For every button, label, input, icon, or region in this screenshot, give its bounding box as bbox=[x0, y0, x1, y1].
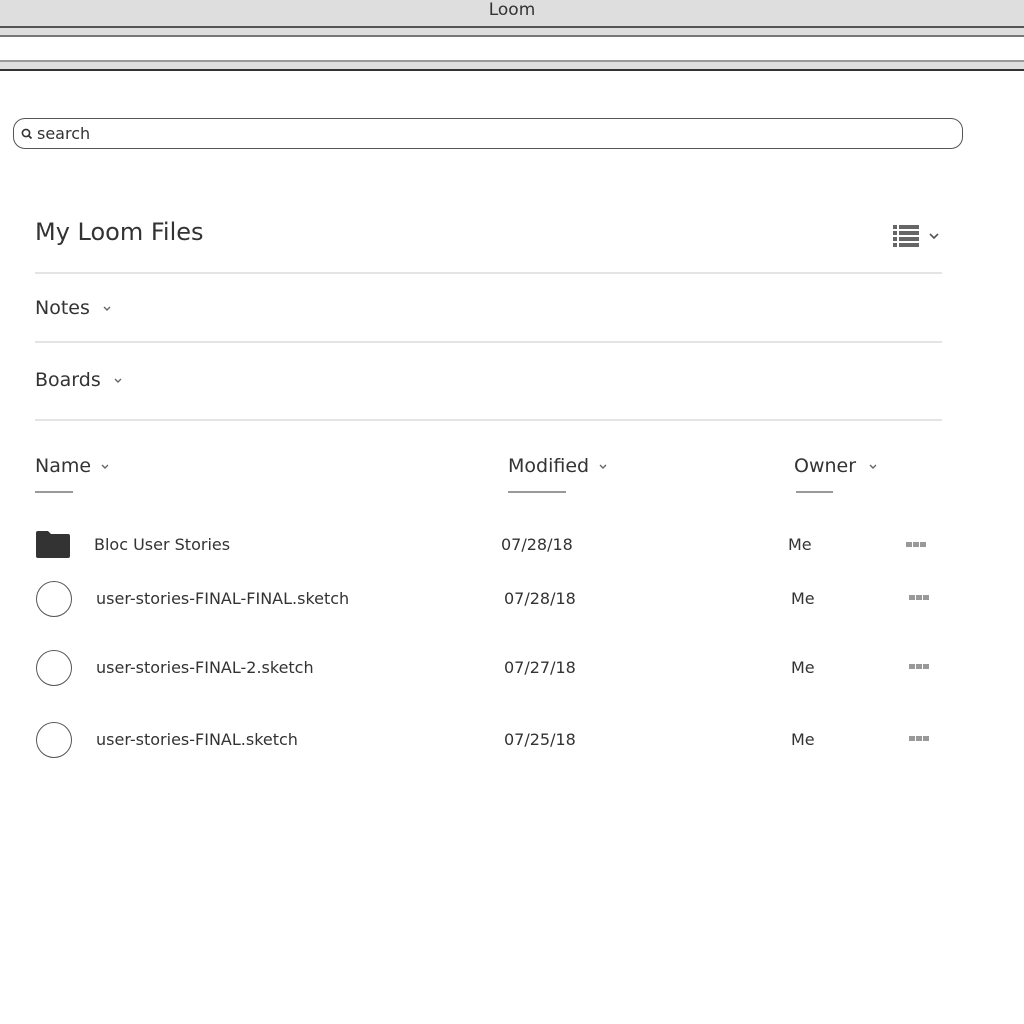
column-underline bbox=[508, 491, 566, 493]
file-owner: Me bbox=[791, 658, 815, 677]
search-icon bbox=[21, 128, 33, 139]
search-box[interactable] bbox=[13, 118, 963, 149]
chevron-down-icon bbox=[103, 306, 111, 311]
group-label: Boards bbox=[35, 369, 101, 391]
file-owner: Me bbox=[788, 535, 812, 554]
more-icon[interactable] bbox=[909, 595, 929, 600]
page-title: My Loom Files bbox=[35, 218, 204, 246]
file-modified: 07/25/18 bbox=[504, 730, 576, 749]
view-toggle-button[interactable] bbox=[893, 225, 940, 247]
address-bar[interactable] bbox=[0, 37, 1024, 60]
divider bbox=[35, 341, 942, 343]
window-title: Loom bbox=[488, 0, 536, 20]
chevron-down-icon bbox=[929, 233, 939, 240]
file-name[interactable]: Bloc User Stories bbox=[94, 535, 230, 554]
more-icon[interactable] bbox=[906, 542, 926, 547]
group-label: Notes bbox=[35, 297, 90, 319]
file-modified: 07/28/18 bbox=[504, 589, 576, 608]
file-owner: Me bbox=[791, 589, 815, 608]
column-underline bbox=[796, 491, 833, 493]
column-underline bbox=[35, 491, 73, 493]
more-icon[interactable] bbox=[909, 664, 929, 669]
chevron-down-icon bbox=[599, 464, 607, 469]
file-owner: Me bbox=[791, 730, 815, 749]
column-label: Modified bbox=[508, 455, 590, 477]
divider bbox=[35, 419, 942, 421]
file-circle-icon bbox=[36, 581, 72, 617]
divider bbox=[35, 272, 942, 274]
group-notes[interactable]: Notes bbox=[35, 297, 112, 319]
column-header-modified[interactable]: Modified bbox=[508, 455, 608, 477]
file-name[interactable]: user-stories-FINAL-FINAL.sketch bbox=[96, 589, 349, 608]
chevron-down-icon bbox=[869, 464, 877, 469]
folder-icon bbox=[36, 531, 70, 558]
chevron-down-icon bbox=[101, 464, 109, 469]
toolbar-strip bbox=[0, 28, 1024, 37]
column-header-owner[interactable]: Owner bbox=[794, 455, 878, 477]
window-titlebar: Loom bbox=[0, 0, 1024, 28]
file-name[interactable]: user-stories-FINAL.sketch bbox=[96, 730, 298, 749]
column-label: Owner bbox=[794, 455, 857, 477]
column-header-name[interactable]: Name bbox=[35, 455, 110, 477]
group-boards[interactable]: Boards bbox=[35, 369, 123, 391]
column-label: Name bbox=[35, 455, 92, 477]
toolbar-strip-bottom bbox=[0, 60, 1024, 71]
chevron-down-icon bbox=[114, 378, 122, 383]
file-circle-icon bbox=[36, 650, 72, 686]
file-modified: 07/28/18 bbox=[501, 535, 573, 554]
file-modified: 07/27/18 bbox=[504, 658, 576, 677]
search-input[interactable] bbox=[37, 124, 917, 143]
list-view-icon bbox=[893, 225, 919, 247]
file-circle-icon bbox=[36, 722, 72, 758]
file-name[interactable]: user-stories-FINAL-2.sketch bbox=[96, 658, 314, 677]
more-icon[interactable] bbox=[909, 736, 929, 741]
